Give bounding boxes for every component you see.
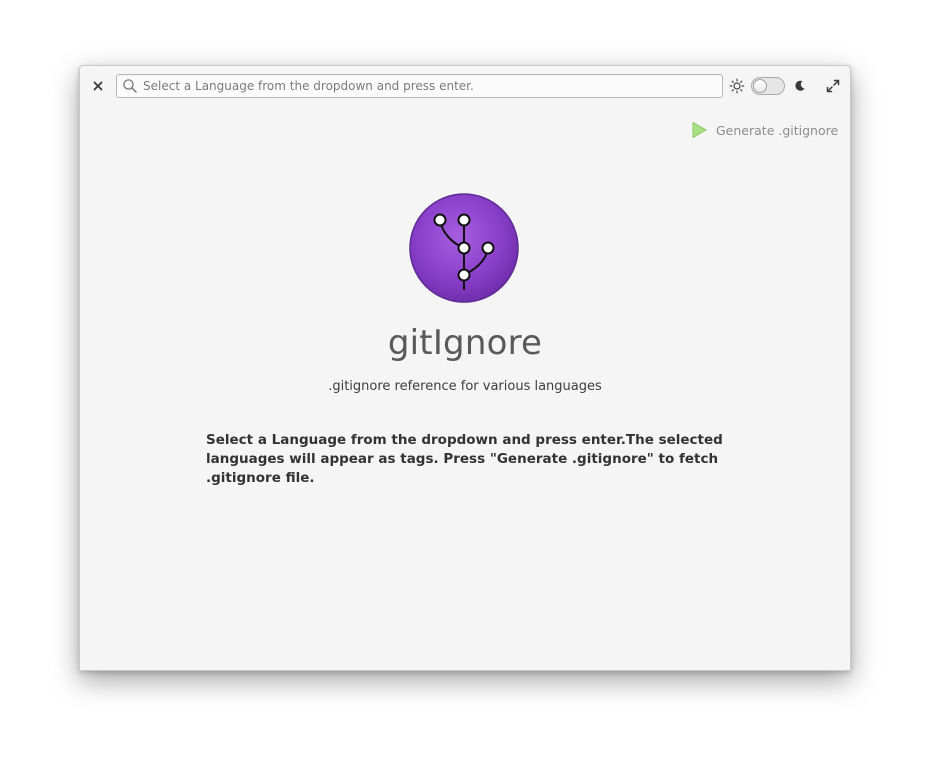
instructions-text: Select a Language from the dropdown and … [206, 432, 723, 486]
titlebar [80, 66, 850, 106]
search-input[interactable] [141, 76, 722, 96]
git-branch-logo [408, 192, 520, 304]
maximize-icon [826, 79, 840, 93]
sun-icon [729, 78, 745, 94]
app-name: gitIgnore [387, 323, 543, 363]
close-button[interactable] [88, 76, 108, 96]
generate-gitignore-button[interactable]: Generate .gitignore [690, 118, 838, 142]
moon-icon [792, 78, 808, 94]
play-icon [690, 121, 708, 139]
app-subtitle: .gitignore reference for various languag… [328, 379, 602, 394]
maximize-button[interactable] [824, 77, 842, 95]
switch-knob [753, 79, 767, 93]
close-icon [93, 81, 103, 91]
search-field[interactable] [116, 74, 723, 98]
app-window: Generate .gitignore [79, 65, 851, 671]
search-icon [119, 75, 141, 97]
dark-mode-switch[interactable] [751, 77, 785, 95]
generate-gitignore-label: Generate .gitignore [716, 122, 839, 138]
